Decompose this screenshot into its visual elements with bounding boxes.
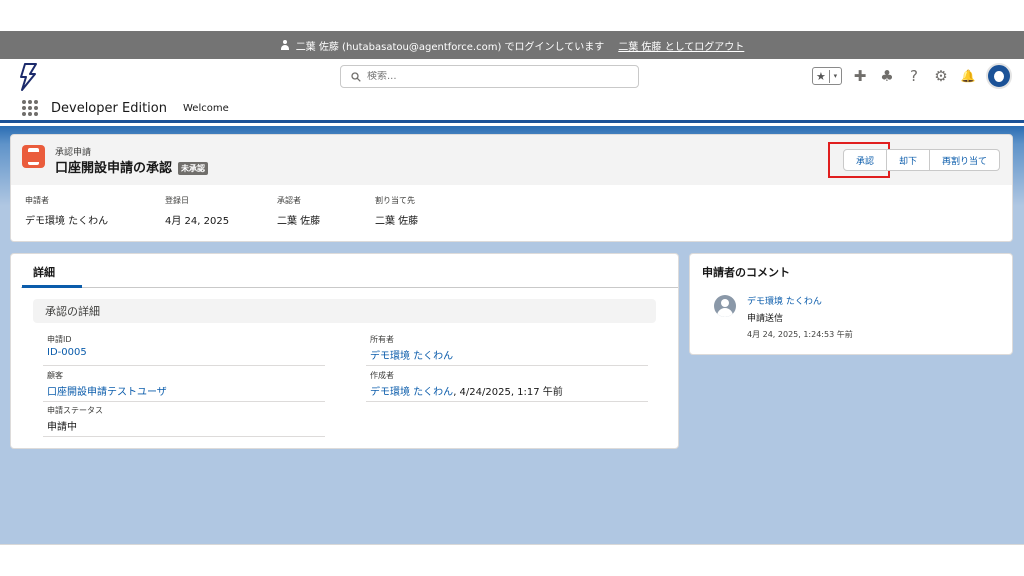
created-by-link[interactable]: デモ環境 たくわん (370, 387, 453, 398)
created-date: , 4/24/2025, 1:17 午前 (453, 387, 563, 398)
field-label: 登録日 (165, 196, 189, 205)
field-label: 承認者 (277, 196, 301, 205)
field-label: 申請ステータス (47, 406, 103, 415)
field-value: デモ環境 たくわん (25, 216, 109, 227)
record-title-text: 口座開設申請の承認 (55, 161, 173, 176)
highlight-field-submitter: 申請者 デモ環境 たくわん (25, 195, 108, 227)
field-label: 顧客 (47, 371, 63, 380)
comment-text: 申請送信 (747, 314, 784, 324)
trailhead-icon[interactable]: ♣ (878, 67, 896, 85)
approval-record-icon (22, 145, 45, 168)
field-value: 4月 24, 2025 (165, 216, 230, 227)
comments-title: 申請者のコメント (702, 266, 790, 279)
field-value: 二葉 佐藤 (375, 216, 419, 227)
section-header-approval-details[interactable]: 承認の詳細 (33, 299, 656, 323)
field-label: 申請ID (47, 335, 72, 344)
app-name: Developer Edition (51, 101, 167, 116)
favorites-button[interactable]: ★ ▾ (812, 67, 842, 85)
search-icon (351, 71, 361, 82)
record-title: 口座開設申請の承認 未承認 (55, 157, 209, 176)
user-avatar[interactable] (986, 63, 1012, 89)
tab-divider (21, 287, 678, 288)
add-icon[interactable]: ✚ (851, 67, 869, 85)
search-input[interactable] (367, 71, 617, 82)
field-label: 割り当て先 (375, 196, 415, 205)
reassign-button[interactable]: 再割り当て (929, 149, 1000, 171)
field-label: 申請者 (25, 196, 49, 205)
field-value: 二葉 佐藤 (277, 216, 321, 227)
submitter-comments-card: 申請者のコメント デモ環境 たくわん 申請送信 4月 24, 2025, 1:2… (689, 253, 1013, 355)
reject-button[interactable]: 却下 (886, 149, 930, 171)
chevron-down-icon[interactable]: ▾ (830, 72, 841, 80)
status-badge: 未承認 (178, 162, 209, 175)
approve-button[interactable]: 承認 (842, 149, 887, 171)
login-as-message: 二葉 佐藤 (hutabasatou@agentforce.com) でログイン… (295, 41, 605, 53)
highlight-field-assignee: 割り当て先 二葉 佐藤 (375, 195, 418, 227)
comment-author-link[interactable]: デモ環境 たくわん (747, 294, 822, 307)
field-label: 所有者 (370, 335, 394, 344)
highlight-field-date: 登録日 4月 24, 2025 (165, 195, 229, 227)
login-as-bar: 二葉 佐藤 (hutabasatou@agentforce.com) でログイン… (0, 31, 1024, 59)
customer-link[interactable]: 口座開設申請テストユーザ (47, 383, 167, 398)
request-id-link[interactable]: ID-0005 (47, 347, 87, 358)
nav-tab-welcome[interactable]: Welcome (183, 103, 229, 114)
field-request-status: 申請ステータス 申請中 (43, 403, 325, 437)
global-header: ★ ▾ ✚ ♣ ? ⚙ 🔔 (0, 59, 1024, 95)
details-card: 詳細 承認の詳細 申請ID ID-0005 所有者 デモ環境 たくわん 顧客 口… (10, 253, 679, 449)
field-created-by: 作成者 デモ環境 たくわん, 4/24/2025, 1:17 午前 (366, 368, 648, 402)
comment-timestamp: 4月 24, 2025, 1:24:53 午前 (747, 330, 853, 339)
created-by-value: デモ環境 たくわん, 4/24/2025, 1:17 午前 (370, 383, 563, 398)
section-title: 承認の詳細 (45, 305, 100, 318)
record-actions: 承認 却下 再割り当て (842, 149, 1000, 171)
highlight-field-approver: 承認者 二葉 佐藤 (277, 195, 320, 227)
logout-link[interactable]: 二葉 佐藤 としてログアウト (618, 38, 744, 53)
app-launcher-icon[interactable] (22, 100, 38, 116)
owner-link[interactable]: デモ環境 たくわん (370, 347, 453, 362)
global-search[interactable] (340, 65, 639, 88)
bottom-strip (0, 544, 1024, 576)
active-tab-indicator (22, 285, 82, 288)
field-label: 作成者 (370, 371, 394, 380)
app-navigation: Developer Edition Welcome (0, 95, 1024, 123)
star-icon: ★ (813, 69, 830, 83)
app-logo-icon[interactable] (17, 63, 39, 91)
gear-icon[interactable]: ⚙ (932, 67, 950, 85)
help-icon[interactable]: ? (905, 67, 923, 85)
commenter-avatar-icon (714, 295, 736, 317)
field-customer: 顧客 口座開設申請テストユーザ (43, 368, 325, 402)
record-highlights: 承認申請 口座開設申請の承認 未承認 承認 却下 再割り当て 申請者 デモ環境 た… (10, 134, 1013, 242)
tab-details[interactable]: 詳細 (33, 264, 55, 280)
bell-icon[interactable]: 🔔 (959, 69, 977, 83)
user-icon (280, 40, 290, 50)
request-status-value: 申請中 (47, 422, 77, 433)
field-owner: 所有者 デモ環境 たくわん (366, 332, 648, 366)
field-request-id: 申請ID ID-0005 (43, 332, 325, 366)
